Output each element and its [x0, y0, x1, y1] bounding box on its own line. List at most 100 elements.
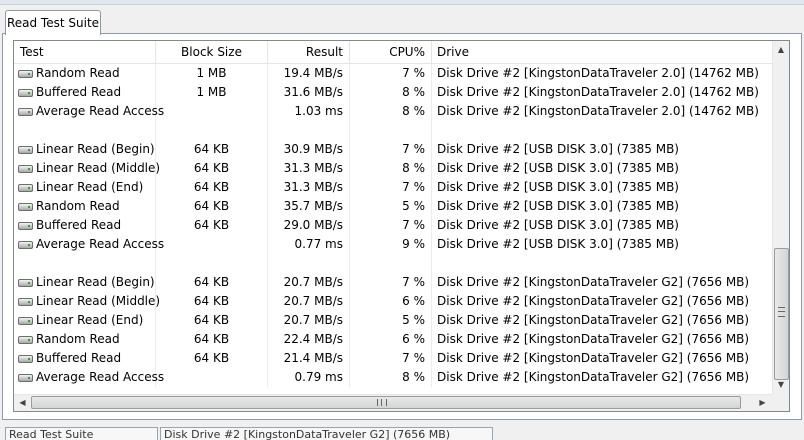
cell-test: Average Read Access [14, 102, 164, 121]
window-top-edge [0, 0, 804, 5]
table-row[interactable]: Buffered Read 64 KB 21.4 MB/s 7 % Disk Drive… [14, 349, 772, 368]
vertical-scrollbar[interactable]: ▲ ▼ [772, 41, 789, 394]
cell-test: Random Read [14, 330, 156, 349]
cell-result [268, 121, 350, 140]
drive-icon [18, 146, 33, 154]
table-row[interactable]: Average Read Access 0.77 ms 9 % Disk Drive … [14, 235, 772, 254]
cell-cpu: 8 % [350, 83, 432, 102]
cell-test: Linear Read (End) [14, 178, 156, 197]
cell-test: Linear Read (End) [14, 311, 156, 330]
tab-read-test-suite[interactable]: Read Test Suite [5, 10, 101, 35]
status-bar: Read Test Suite Disk Drive #2 [KingstonD… [0, 421, 804, 440]
cell-test: Linear Read (Middle) [14, 159, 160, 178]
column-header-test[interactable]: Test [14, 41, 156, 63]
table-row[interactable]: Linear Read (Middle) 64 KB 31.3 MB/s 8 % Dis… [14, 159, 772, 178]
cell-block-size: 64 KB [156, 273, 268, 292]
cell-block-size: 64 KB [156, 330, 268, 349]
cell-result: 20.7 MB/s [268, 273, 350, 292]
horizontal-scroll-thumb[interactable] [31, 396, 741, 409]
cell-test: Random Read [14, 197, 156, 216]
drive-icon [18, 165, 33, 173]
cell-drive: Disk Drive #2 [KingstonDataTraveler G2] … [437, 370, 750, 384]
column-header-cpu[interactable]: CPU% [350, 41, 432, 63]
status-left: Read Test Suite [5, 427, 158, 440]
table-row[interactable]: Buffered Read 64 KB 29.0 MB/s 7 % Disk Drive… [14, 216, 772, 235]
table-row[interactable]: Buffered Read 1 MB 31.6 MB/s 8 % Disk Drive … [14, 83, 772, 102]
drive-icon [18, 108, 33, 116]
arrow-up-icon[interactable]: ▲ [773, 41, 789, 58]
drive-icon [18, 374, 33, 382]
cell-result: 21.4 MB/s [268, 349, 350, 368]
cell-cpu: 7 % [350, 216, 432, 235]
test-label: Random Read [36, 66, 120, 80]
tab-panel: Test Block Size Result CPU% Drive Random… [2, 33, 802, 420]
drive-icon [18, 89, 33, 97]
cell-drive: Disk Drive #2 [KingstonDataTraveler 2.0]… [437, 104, 759, 118]
test-label: Average Read Access [36, 104, 165, 118]
cell-test: Buffered Read [14, 349, 156, 368]
cell-result: 31.3 MB/s [268, 159, 350, 178]
cell-result: 29.0 MB/s [268, 216, 350, 235]
drive-icon [18, 317, 33, 325]
table-row[interactable]: Linear Read (Begin) 64 KB 20.7 MB/s 7 % Disk… [14, 273, 772, 292]
cell-result: 31.6 MB/s [268, 83, 350, 102]
arrow-right-icon[interactable]: ▶ [754, 395, 771, 411]
test-label: Linear Read (End) [36, 313, 144, 327]
column-header-block-size[interactable]: Block Size [156, 41, 268, 63]
cell-cpu [350, 254, 432, 273]
cell-drive: Disk Drive #2 [KingstonDataTraveler G2] … [437, 294, 750, 308]
table-row[interactable]: Linear Read (End) 64 KB 20.7 MB/s 5 % Disk D… [14, 311, 772, 330]
cell-result: 31.3 MB/s [268, 178, 350, 197]
test-label: Average Read Access [36, 370, 165, 384]
table-row[interactable]: Linear Read (Middle) 64 KB 20.7 MB/s 6 % Dis… [14, 292, 772, 311]
cell-result [268, 254, 350, 273]
arrow-down-icon[interactable]: ▼ [773, 376, 789, 393]
table-row[interactable]: Random Read 64 KB 35.7 MB/s 5 % Disk Drive #… [14, 197, 772, 216]
cell-test: Average Read Access [14, 368, 164, 387]
cell-block-size [156, 121, 268, 140]
cell-cpu: 5 % [350, 311, 432, 330]
table-row[interactable]: Linear Read (Begin) 64 KB 30.9 MB/s 7 % Disk… [14, 140, 772, 159]
cell-result: 20.7 MB/s [268, 292, 350, 311]
drive-icon [18, 298, 33, 306]
drive-icon [18, 203, 33, 211]
cell-drive [432, 121, 772, 140]
drive-icon [18, 222, 33, 230]
cell-test: Average Read Access [14, 235, 164, 254]
cell-block-size: 1 MB [156, 83, 268, 102]
results-list[interactable]: Test Block Size Result CPU% Drive Random… [13, 40, 790, 412]
column-header-drive[interactable]: Drive [432, 41, 772, 63]
drive-icon [18, 336, 33, 344]
table-row[interactable]: Average Read Access 0.79 ms 8 % Disk Drive … [14, 368, 772, 387]
horizontal-scrollbar[interactable]: ◀ ▶ [14, 394, 772, 411]
table-row[interactable]: Average Read Access 1.03 ms 8 % Disk Drive … [14, 102, 772, 121]
cell-result: 0.77 ms [268, 235, 350, 254]
vertical-scroll-thumb[interactable] [774, 248, 789, 380]
cell-cpu: 6 % [350, 292, 432, 311]
cell-result: 30.9 MB/s [268, 140, 350, 159]
cell-drive: Disk Drive #2 [USB DISK 3.0] (7385 MB) [437, 237, 679, 251]
cell-drive: Disk Drive #2 [KingstonDataTraveler 2.0]… [437, 85, 759, 99]
test-label: Linear Read (Begin) [36, 275, 155, 289]
table-row[interactable]: Linear Read (End) 64 KB 31.3 MB/s 7 % Disk D… [14, 178, 772, 197]
column-header-result[interactable]: Result [268, 41, 350, 63]
cell-block-size: 64 KB [156, 178, 268, 197]
test-label: Linear Read (Middle) [36, 294, 161, 308]
cell-block-size: 1 MB [156, 64, 268, 83]
cell-block-size: 64 KB [156, 311, 268, 330]
arrow-left-icon[interactable]: ◀ [14, 395, 31, 411]
test-label: Linear Read (End) [36, 180, 144, 194]
cell-cpu: 7 % [350, 64, 432, 83]
cell-drive: Disk Drive #2 [KingstonDataTraveler G2] … [437, 351, 750, 365]
cell-block-size [156, 102, 268, 121]
table-row[interactable]: Random Read 64 KB 22.4 MB/s 6 % Disk Drive #… [14, 330, 772, 349]
cell-drive: Disk Drive #2 [USB DISK 3.0] (7385 MB) [437, 180, 679, 194]
cell-cpu [350, 121, 432, 140]
column-header: Test Block Size Result CPU% Drive [14, 41, 772, 64]
cell-drive: Disk Drive #2 [USB DISK 3.0] (7385 MB) [437, 218, 679, 232]
drive-icon [18, 355, 33, 363]
cell-drive: Disk Drive #2 [USB DISK 3.0] (7385 MB) [437, 161, 679, 175]
table-row[interactable]: Random Read 1 MB 19.4 MB/s 7 % Disk Drive #2… [14, 64, 772, 83]
cell-cpu: 8 % [350, 159, 432, 178]
drive-icon [18, 279, 33, 287]
